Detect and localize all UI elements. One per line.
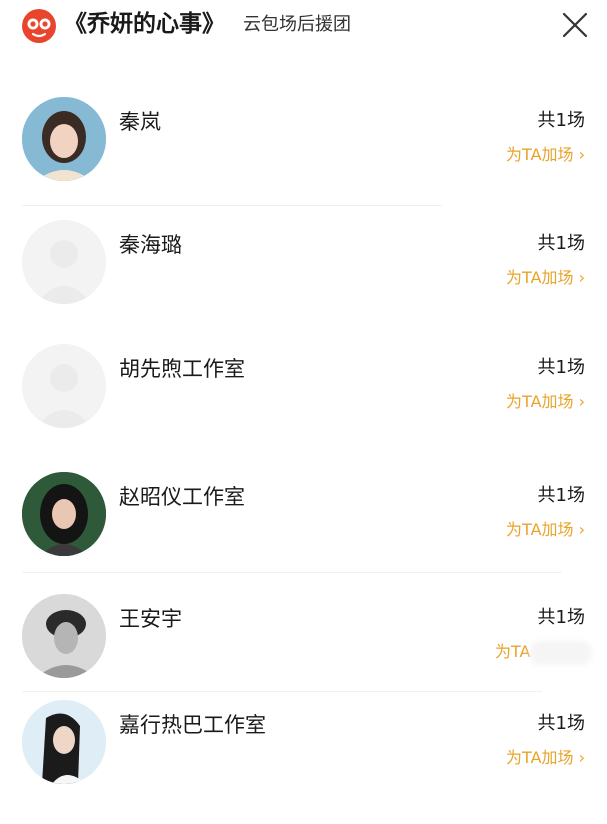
page-subtitle: 云包场后援团: [243, 14, 351, 35]
screening-count: 共1场: [537, 607, 585, 628]
row-divider: [22, 572, 562, 573]
avatar[interactable]: [22, 594, 106, 678]
add-screening-link[interactable]: 为TA加场 ›: [506, 143, 585, 167]
add-screening-link[interactable]: 为TA加场 ›: [506, 746, 585, 770]
supporter-name: 秦海璐: [119, 233, 182, 257]
supporter-name: 王安宇: [119, 607, 182, 631]
screening-count: 共1场: [537, 233, 585, 254]
add-screening-link[interactable]: 为TA加场 ›: [506, 266, 585, 290]
supporter-row[interactable]: 秦海璐 共1场 为TA加场 ›: [0, 220, 607, 344]
default-avatar-icon[interactable]: [22, 344, 106, 428]
supporter-row[interactable]: 赵昭仪工作室 共1场 为TA加场 ›: [0, 472, 607, 596]
add-screening-link[interactable]: 为TA加场 ›: [506, 390, 585, 414]
row-divider: [22, 691, 542, 692]
avatar[interactable]: [22, 700, 106, 784]
screening-count: 共1场: [537, 110, 585, 131]
close-icon[interactable]: [558, 8, 592, 42]
row-divider: [22, 205, 442, 206]
avatar[interactable]: [22, 472, 106, 556]
default-avatar-icon[interactable]: [22, 220, 106, 304]
supporter-name: 秦岚: [119, 110, 161, 134]
supporter-row[interactable]: 嘉行热巴工作室 共1场 为TA加场 ›: [0, 700, 607, 824]
screening-count: 共1场: [537, 485, 585, 506]
blurred-region: [530, 641, 592, 665]
avatar[interactable]: [22, 97, 106, 181]
supporter-row[interactable]: 秦岚 共1场 为TA加场 ›: [0, 97, 607, 221]
supporter-row[interactable]: 胡先煦工作室 共1场 为TA加场 ›: [0, 344, 607, 468]
supporter-name: 嘉行热巴工作室: [119, 713, 266, 737]
screening-count: 共1场: [537, 713, 585, 734]
add-screening-link[interactable]: 为TA: [495, 640, 530, 664]
cat-eye-logo-icon: [22, 9, 56, 43]
supporter-name: 赵昭仪工作室: [119, 485, 245, 509]
supporter-name: 胡先煦工作室: [119, 357, 245, 381]
page-title: 《乔妍的心事》: [64, 11, 225, 37]
add-screening-link[interactable]: 为TA加场 ›: [506, 518, 585, 542]
screening-count: 共1场: [537, 357, 585, 378]
header-bar: 《乔妍的心事》 云包场后援团: [0, 0, 607, 52]
